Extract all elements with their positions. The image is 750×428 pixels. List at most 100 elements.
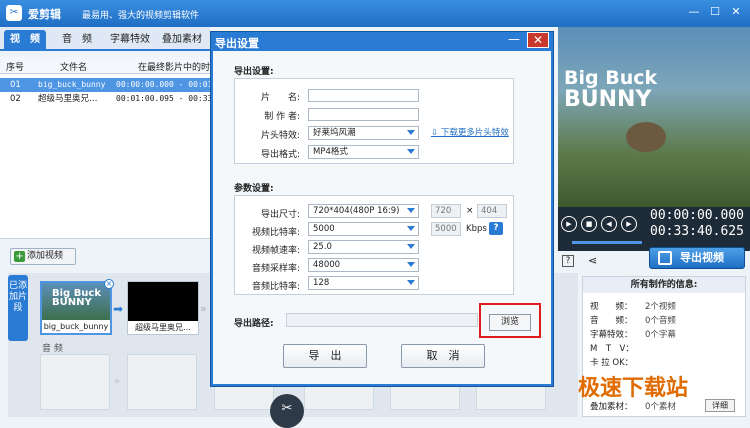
info-label: 视 频： <box>590 302 633 312</box>
dialog-minimize-icon[interactable]: — <box>507 33 521 47</box>
download-effects-label: 下载更多片头特效 <box>440 128 509 138</box>
clip-label: 超级马里奥兄… <box>128 321 198 334</box>
width-field: 720 <box>431 204 461 218</box>
fps-value: 25.0 <box>313 242 332 252</box>
format-label: 导出格式: <box>260 150 300 160</box>
tab-audio[interactable]: 音 频 <box>56 30 98 49</box>
video-preview[interactable]: Big Buck BUNNY <box>558 27 750 207</box>
info-value: 0个字幕 <box>645 330 676 340</box>
scissors-icon[interactable]: ✂ <box>270 394 304 428</box>
minimize-icon[interactable]: — <box>686 5 702 19</box>
chevron-down-icon <box>407 149 415 154</box>
share-icon[interactable]: ⋖ <box>588 254 597 267</box>
sample-rate-select[interactable]: 48000 <box>308 258 419 272</box>
current-time: 00:00:00.000 <box>650 208 744 223</box>
added-clips-tab[interactable]: 已添加片段 <box>8 275 28 341</box>
name-input[interactable] <box>308 89 419 102</box>
col-filename: 文件名 <box>60 63 88 73</box>
video-bitrate-value: 5000 <box>313 224 335 234</box>
name-label: 片 名: <box>260 93 300 103</box>
tab-video[interactable]: 视 频 <box>4 30 46 49</box>
intro-effect-select[interactable]: 好莱坞风潮 <box>308 126 419 140</box>
row-filename: big_buck_bunny <box>38 80 106 89</box>
preview-title-line2: BUNNY <box>564 87 652 112</box>
chevron-down-icon <box>407 244 415 249</box>
next-frame-icon[interactable]: ▶ <box>621 216 637 232</box>
tab-subtitle-effects[interactable]: 字幕特效 <box>104 30 156 49</box>
audio-bitrate-value: 128 <box>313 278 330 288</box>
remove-clip-icon[interactable]: × <box>104 279 114 289</box>
dialog-close-icon[interactable]: ✕ <box>527 32 549 48</box>
audio-slot[interactable] <box>40 354 110 410</box>
download-effects-link[interactable]: ⇩ 下载更多片头特效 <box>431 126 509 138</box>
add-video-label: 添加视频 <box>27 251 64 261</box>
bitrate-field: 5000 <box>431 222 461 236</box>
info-label: 字幕特效： <box>590 330 633 340</box>
app-slogan: 最易用、强大的视频剪辑软件 <box>82 11 200 21</box>
dialog-title: 导出设置 <box>215 37 259 50</box>
size-select[interactable]: 720*404(480P 16:9) <box>308 204 419 218</box>
info-value: 0个音频 <box>645 316 676 326</box>
sample-rate-label: 音频采样率: <box>251 264 300 274</box>
audio-slot[interactable] <box>127 354 197 410</box>
author-input[interactable] <box>308 108 419 121</box>
cancel-button[interactable]: 取 消 <box>401 344 485 368</box>
watermark: 极速下载站 <box>578 376 689 401</box>
times-sign: × <box>466 206 474 216</box>
maximize-icon[interactable]: ☐ <box>707 5 723 19</box>
browse-button[interactable]: 浏览 <box>489 314 531 331</box>
export-video-button[interactable]: 导出视频 <box>649 247 745 269</box>
size-value: 720*404(480P 16:9) <box>313 206 400 216</box>
fps-label: 视频帧速率: <box>251 246 300 256</box>
prev-frame-icon[interactable]: ◀ <box>601 216 617 232</box>
audio-bitrate-select[interactable]: 128 <box>308 276 419 290</box>
chevron-down-icon <box>407 262 415 267</box>
seek-bar[interactable] <box>572 241 642 244</box>
total-time: 00:33:40.625 <box>650 224 744 239</box>
format-value: MP4格式 <box>313 147 348 157</box>
kbps-unit: Kbps <box>466 224 487 234</box>
intro-effect-label: 片头特效: <box>260 131 300 141</box>
add-video-button[interactable]: + 添加视频 <box>10 248 76 265</box>
row-time: 00:00:00.000 - 00:01:0 <box>116 80 222 89</box>
format-select[interactable]: MP4格式 <box>308 145 419 159</box>
app-logo-icon: ✂ <box>6 5 22 21</box>
help-icon[interactable]: ? <box>562 255 574 267</box>
arrow-right-icon: ➡ <box>113 302 124 316</box>
preview-title-line1: Big Buck <box>564 67 658 89</box>
stop-icon[interactable]: ■ <box>581 216 597 232</box>
row-time: 00:01:00.095 - 00:33:4 <box>116 94 222 103</box>
export-section-title: 导出设置: <box>234 67 274 77</box>
clip-thumbnail[interactable]: 超级马里奥兄… <box>127 281 199 335</box>
row-number: 02 <box>10 94 21 104</box>
chevron-right-icon: » <box>200 302 207 315</box>
plus-icon: + <box>14 251 25 262</box>
path-label: 导出路径: <box>234 319 274 329</box>
clip-thumbnail[interactable]: Big Buck BUNNY big_buck_bunny × <box>40 279 114 335</box>
info-label: 音 频： <box>590 316 633 326</box>
video-bitrate-select[interactable]: 5000 <box>308 222 419 236</box>
export-button[interactable]: 导 出 <box>283 344 367 368</box>
export-icon <box>658 251 672 265</box>
table-row[interactable]: 02 超级马里奥兄… 00:01:00.095 - 00:33:4 <box>0 92 222 106</box>
row-filename: 超级马里奥兄… <box>38 94 98 104</box>
clip-label: big_buck_bunny <box>42 320 110 333</box>
col-number: 序号 <box>6 63 25 73</box>
path-input[interactable] <box>286 313 478 327</box>
info-label: M T V： <box>590 344 634 354</box>
table-row[interactable]: 01 big_buck_bunny 00:00:00.000 - 00:01:0 <box>0 78 222 92</box>
author-label: 制 作 者: <box>264 112 300 122</box>
video-bitrate-label: 视频比特率: <box>251 228 300 238</box>
close-icon[interactable]: ✕ <box>728 5 744 19</box>
play-icon[interactable]: ▶ <box>561 216 577 232</box>
app-name: 爱剪辑 <box>28 8 61 21</box>
intro-effect-value: 好莱坞风潮 <box>313 128 356 138</box>
row-number: 01 <box>10 80 21 90</box>
bitrate-help-icon[interactable]: ? <box>489 222 503 235</box>
preview-character <box>626 122 666 152</box>
download-icon: ⇩ <box>431 128 439 138</box>
tab-overlay[interactable]: 叠加素材 <box>156 30 208 49</box>
detail-button[interactable]: 详细 <box>705 399 735 412</box>
params-section-title: 参数设置: <box>234 184 274 194</box>
fps-select[interactable]: 25.0 <box>308 240 419 254</box>
